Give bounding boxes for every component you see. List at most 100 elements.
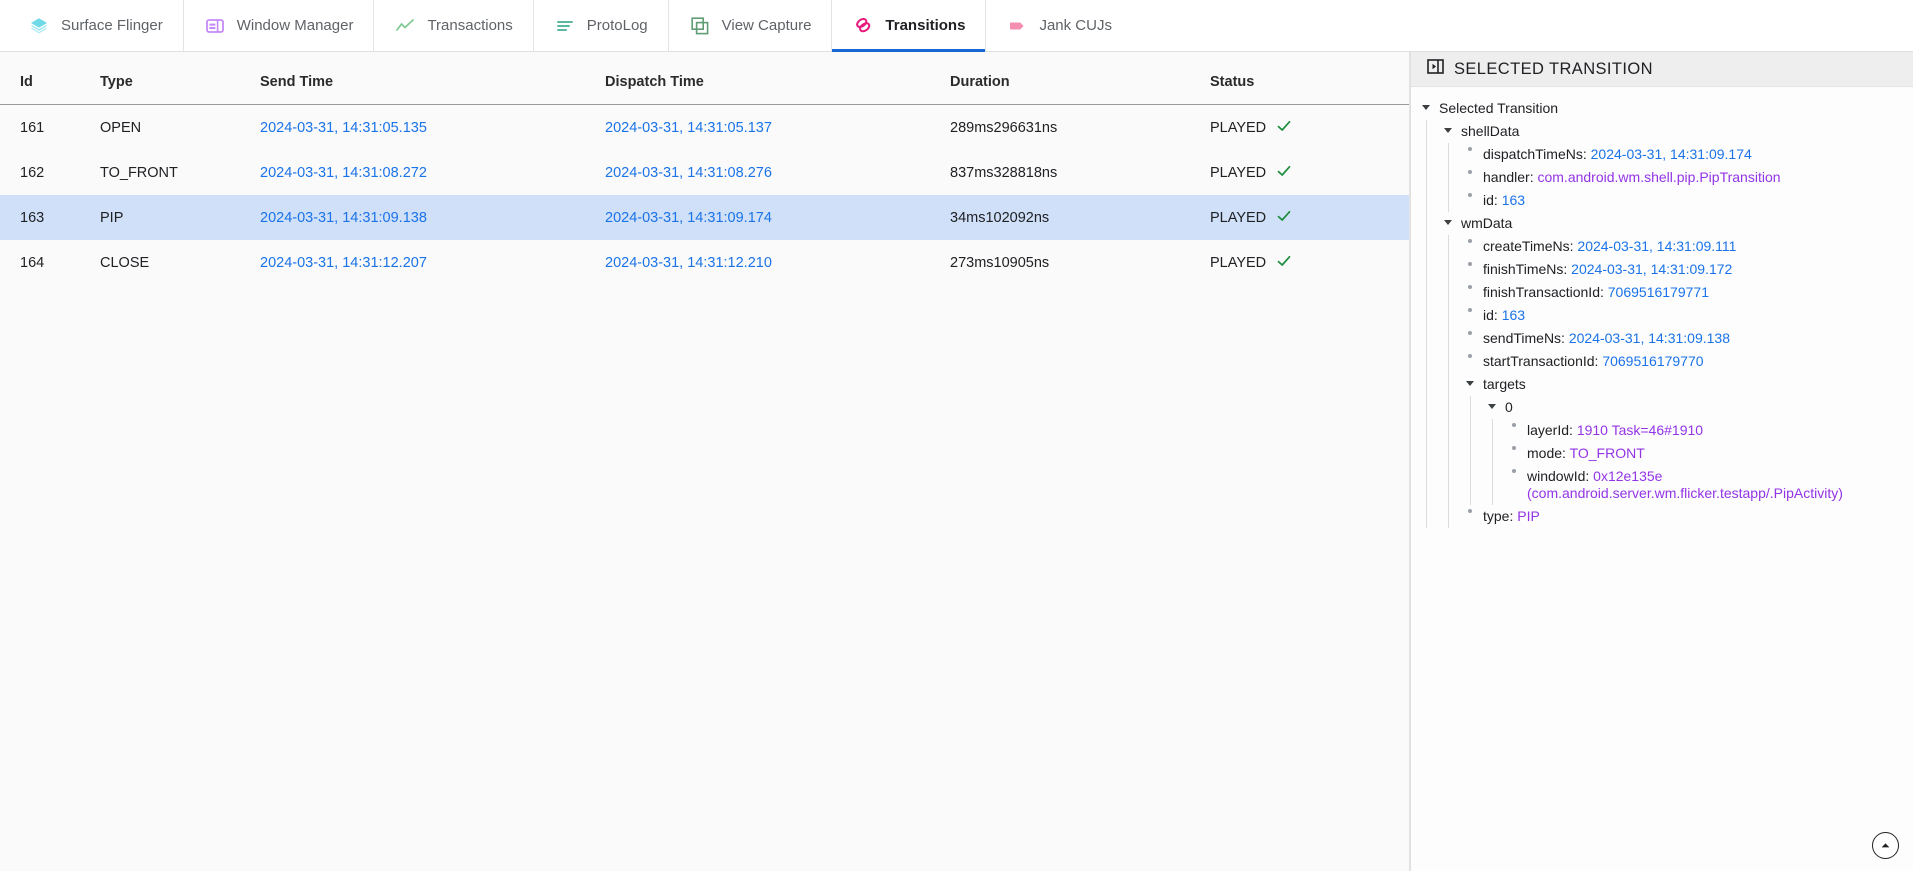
tab-jank-cujs[interactable]: Jank CUJs [986, 0, 1132, 51]
tree-node-label: shellData [1461, 123, 1519, 140]
cell-send-time-text: 2024-03-31, 14:31:05.135 [260, 120, 427, 136]
bullet-icon [1463, 354, 1477, 358]
cell-duration-text: 273ms10905ns [950, 255, 1049, 271]
tree-leaf-content: type: PIP [1483, 508, 1540, 525]
chevron-up-circle-icon[interactable] [1872, 832, 1899, 859]
tab-surface-flinger[interactable]: Surface Flinger [8, 0, 184, 51]
window-icon [204, 15, 226, 37]
column-header-type[interactable]: Type [100, 52, 260, 105]
check-icon [1276, 253, 1292, 272]
selected-transition-title: SELECTED TRANSITION [1454, 60, 1653, 79]
cell-dispatch-time: 2024-03-31, 14:31:05.137 [605, 105, 950, 151]
bullet-icon [1507, 446, 1521, 450]
tree-leaf-id[interactable]: id: 163 [1463, 189, 1901, 212]
cell-id: 163 [0, 195, 100, 240]
property-key: finishTransactionId: [1483, 284, 1604, 300]
bullet-icon [1463, 170, 1477, 174]
caret-down-icon[interactable] [1441, 217, 1455, 227]
tree-leaf-content: handler: com.android.wm.shell.pip.PipTra… [1483, 169, 1781, 186]
selected-transition-panel: SELECTED TRANSITION Selected Transition s… [1410, 52, 1913, 871]
tree-leaf-mode[interactable]: mode: TO_FRONT [1507, 442, 1901, 465]
cell-send-time: 2024-03-31, 14:31:09.138 [260, 195, 605, 240]
tree-leaf-createTimeNs[interactable]: createTimeNs: 2024-03-31, 14:31:09.111 [1463, 235, 1901, 258]
cell-id: 162 [0, 150, 100, 195]
tree-leaf-content: windowId: 0x12e135e (com.android.server.… [1527, 468, 1901, 502]
tree-leaf-finishTimeNs[interactable]: finishTimeNs: 2024-03-31, 14:31:09.172 [1463, 258, 1901, 281]
property-key: handler: [1483, 169, 1534, 185]
tree-leaf-windowId[interactable]: windowId: 0x12e135e (com.android.server.… [1507, 465, 1901, 505]
status-badge: PLAYED [1210, 118, 1410, 137]
cell-duration-text: 837ms328818ns [950, 165, 1057, 181]
tab-protolog[interactable]: ProtoLog [534, 0, 669, 51]
caret-down-icon[interactable] [1463, 378, 1477, 388]
cell-duration: 273ms10905ns [950, 240, 1210, 285]
bullet-icon [1463, 509, 1477, 513]
selected-transition-header: SELECTED TRANSITION [1411, 52, 1913, 87]
status-label: PLAYED [1210, 255, 1266, 271]
property-key: layerId: [1527, 422, 1573, 438]
tree-leaf-dispatchTimeNs[interactable]: dispatchTimeNs: 2024-03-31, 14:31:09.174 [1463, 143, 1901, 166]
tab-label: Window Manager [237, 17, 354, 34]
tree-leaf-layerId[interactable]: layerId: 1910 Task=46#1910 [1507, 419, 1901, 442]
table-row[interactable]: 164CLOSE2024-03-31, 14:31:12.2072024-03-… [0, 240, 1410, 285]
table-header-row: Id Type Send Time Dispatch Time Duration… [0, 52, 1410, 105]
cell-duration: 289ms296631ns [950, 105, 1210, 151]
tree-leaf-id[interactable]: id: 163 [1463, 304, 1901, 327]
tab-label: Jank CUJs [1039, 17, 1112, 34]
tree-leaf-content: id: 163 [1483, 307, 1525, 324]
cell-type: TO_FRONT [100, 150, 260, 195]
tree-leaf-finishTransactionId[interactable]: finishTransactionId: 7069516179771 [1463, 281, 1901, 304]
collapse-panel-icon[interactable] [1427, 58, 1444, 80]
tree-node-target-0[interactable]: 0 [1485, 396, 1901, 419]
tree-node-label: targets [1483, 376, 1526, 393]
property-value: 163 [1502, 307, 1525, 323]
caret-down-icon[interactable] [1485, 401, 1499, 411]
cell-type-text: OPEN [100, 120, 141, 136]
bullet-icon [1463, 331, 1477, 335]
cell-type: OPEN [100, 105, 260, 151]
property-key: dispatchTimeNs: [1483, 146, 1587, 162]
cell-send-time: 2024-03-31, 14:31:12.207 [260, 240, 605, 285]
tree-leaf-type[interactable]: type: PIP [1463, 505, 1901, 528]
tab-label: View Capture [722, 17, 812, 34]
cell-id: 161 [0, 105, 100, 151]
tree-leaf-handler[interactable]: handler: com.android.wm.shell.pip.PipTra… [1463, 166, 1901, 189]
cell-id-text: 163 [20, 210, 44, 226]
column-header-dispatch-time[interactable]: Dispatch Time [605, 52, 950, 105]
column-header-id[interactable]: Id [0, 52, 100, 105]
cell-id: 164 [0, 240, 100, 285]
status-badge: PLAYED [1210, 253, 1410, 272]
tab-transitions[interactable]: Transitions [832, 0, 986, 51]
cell-duration: 837ms328818ns [950, 150, 1210, 195]
caret-down-icon[interactable] [1441, 125, 1455, 135]
tree-leaf-startTransactionId[interactable]: startTransactionId: 7069516179770 [1463, 350, 1901, 373]
tag-icon [1006, 15, 1028, 37]
column-header-send-time[interactable]: Send Time [260, 52, 605, 105]
tree-leaf-content: sendTimeNs: 2024-03-31, 14:31:09.138 [1483, 330, 1730, 347]
tree-node-selected-transition[interactable]: Selected Transition [1419, 97, 1901, 120]
property-key: windowId: [1527, 468, 1589, 484]
tree-node-label: 0 [1505, 399, 1513, 416]
caret-down-icon[interactable] [1419, 102, 1433, 112]
tab-view-capture[interactable]: View Capture [669, 0, 833, 51]
property-key: startTransactionId: [1483, 353, 1598, 369]
table-row[interactable]: 161OPEN 2024-03-31, 14:31:05.135 2024-03-3… [0, 105, 1410, 151]
table-row[interactable]: 163PIP2024-03-31, 14:31:09.1382024-03-31… [0, 195, 1410, 240]
tab-label: Transitions [885, 17, 965, 34]
tab-transactions[interactable]: Transactions [374, 0, 533, 51]
tree-leaf-sendTimeNs[interactable]: sendTimeNs: 2024-03-31, 14:31:09.138 [1463, 327, 1901, 350]
table-row[interactable]: 162TO_FRONT2024-03-31, 14:31:08.2722024-… [0, 150, 1410, 195]
tree-node-targets[interactable]: targets [1463, 373, 1901, 396]
copy-frames-icon [689, 15, 711, 37]
column-header-duration[interactable]: Duration [950, 52, 1210, 105]
status-label: PLAYED [1210, 210, 1266, 226]
check-icon [1276, 118, 1292, 137]
tab-label: Transactions [427, 17, 512, 34]
cell-dispatch-time-text: 2024-03-31, 14:31:05.137 [605, 120, 772, 136]
check-icon [1276, 208, 1292, 227]
tree-node-shell-data[interactable]: shellData [1441, 120, 1901, 143]
column-header-status[interactable]: Status [1210, 52, 1410, 105]
tree-node-label: wmData [1461, 215, 1512, 232]
tab-window-manager[interactable]: Window Manager [184, 0, 375, 51]
tree-node-wm-data[interactable]: wmData [1441, 212, 1901, 235]
